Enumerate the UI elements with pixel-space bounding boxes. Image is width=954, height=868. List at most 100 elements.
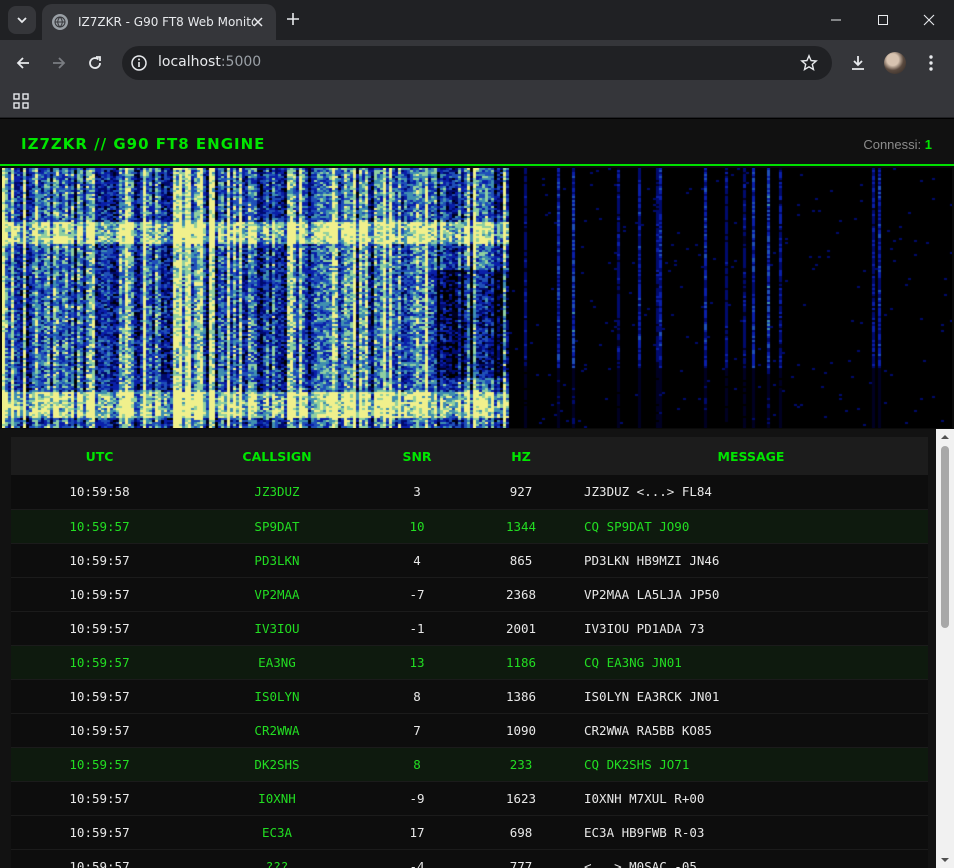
cell-message: <...> M0SAC -05 [584, 858, 697, 868]
cell-callsign: SP9DAT [254, 518, 300, 534]
close-tab-icon[interactable] [250, 14, 266, 30]
scroll-thumb[interactable] [941, 446, 949, 628]
download-icon [852, 56, 864, 70]
cell-utc: 10:59:58 [69, 484, 130, 500]
cell-snr: 4 [413, 552, 421, 568]
cell-snr: -1 [409, 620, 425, 636]
cell-utc: 10:59:57 [69, 620, 130, 636]
address-bar[interactable]: localhost:5000 [122, 46, 832, 80]
cell-utc: 10:59:57 [69, 722, 130, 738]
maximize-button[interactable] [860, 0, 906, 40]
cell-message: I0XNH M7XUL R+00 [584, 790, 705, 806]
page-content: IZ7ZKR // G90 FT8 ENGINE Connessi: 1 UTC… [0, 119, 954, 868]
cell-hz: 1186 [505, 654, 537, 670]
cell-hz: 1090 [505, 722, 537, 738]
browser-menu-button[interactable] [919, 51, 943, 75]
decodes-table: UTC CALLSIGN SNR HZ MESSAGE 10:59:58 JZ3D… [11, 437, 928, 868]
tab-search-button[interactable] [8, 6, 36, 34]
cell-snr: 7 [413, 722, 421, 738]
table-header-row: UTC CALLSIGN SNR HZ MESSAGE [11, 437, 928, 475]
cell-message: EC3A HB9FWB R-03 [584, 824, 705, 840]
cell-utc: 10:59:57 [69, 790, 130, 806]
column-header-utc: UTC [85, 448, 114, 464]
cell-snr: -9 [409, 790, 425, 806]
table-row: 10:59:57 IV3IOU -1 2001 IV3IOU PD1ADA 73 [11, 611, 928, 645]
download-button[interactable] [846, 51, 870, 75]
tab-title: IZ7ZKR - G90 FT8 Web Monitor [78, 15, 254, 29]
cell-utc: 10:59:57 [69, 518, 130, 534]
cell-callsign: PD3LKN [254, 552, 300, 568]
column-header-message: MESSAGE [717, 448, 785, 464]
table-scrollbar[interactable] [936, 429, 954, 868]
scroll-down-icon[interactable] [940, 855, 950, 865]
cell-utc: 10:59:57 [69, 654, 130, 670]
cell-snr: 10 [409, 518, 425, 534]
table-row: 10:59:58 JZ3DUZ 3 927 JZ3DUZ <...> FL84 [11, 475, 928, 509]
new-tab-button[interactable] [282, 8, 304, 30]
cell-utc: 10:59:57 [69, 756, 130, 772]
cell-message: CQ DK2SHS JO71 [584, 756, 690, 772]
cell-snr: -7 [409, 586, 425, 602]
table-row: 10:59:57 EA3NG 13 1186 CQ EA3NG JN01 [11, 645, 928, 679]
app-title: IZ7ZKR // G90 FT8 ENGINE [21, 135, 266, 153]
cell-snr: 8 [413, 756, 421, 772]
profile-avatar[interactable] [884, 52, 906, 74]
cell-callsign: IV3IOU [254, 620, 300, 636]
more-vertical-icon [929, 55, 933, 71]
cell-utc: 10:59:57 [69, 552, 130, 568]
minimize-icon [831, 19, 841, 21]
cell-callsign: IS0LYN [254, 688, 300, 704]
table-row: 10:59:57 EC3A 17 698 EC3A HB9FWB R-03 [11, 815, 928, 849]
back-button[interactable] [9, 49, 37, 77]
connection-status: Connessi: 1 [863, 137, 932, 152]
table-row: 10:59:57 VP2MAA -7 2368 VP2MAA LA5LJA JP50 [11, 577, 928, 611]
cell-callsign: EA3NG [258, 654, 296, 670]
apps-grid-icon[interactable] [13, 93, 29, 109]
minimize-button[interactable] [813, 0, 859, 40]
cell-callsign: VP2MAA [254, 586, 300, 602]
table-row: 10:59:57??? -4 777 <...> M0SAC -05 [11, 849, 928, 868]
cell-utc: 10:59:57 [69, 688, 130, 704]
cell-hz: 1344 [505, 518, 537, 534]
browser-titlebar: IZ7ZKR - G90 FT8 Web Monitor [0, 0, 954, 40]
cell-snr: 8 [413, 688, 421, 704]
cell-message: CQ SP9DAT JO90 [584, 518, 690, 534]
globe-icon [52, 14, 68, 30]
cell-callsign: DK2SHS [254, 756, 300, 772]
cell-message: VP2MAA LA5LJA JP50 [584, 586, 720, 602]
info-icon[interactable] [130, 54, 148, 72]
table-row: 10:59:57 IS0LYN 8 1386 IS0LYN EA3RCK JN01 [11, 679, 928, 713]
url-text[interactable]: localhost:5000 [158, 54, 261, 70]
connected-count: 1 [924, 137, 932, 152]
browser-tab[interactable]: IZ7ZKR - G90 FT8 Web Monitor [42, 4, 276, 40]
column-header-snr: SNR [402, 448, 432, 464]
scroll-up-icon[interactable] [940, 432, 950, 442]
waterfall-spectrogram [2, 168, 952, 428]
cell-snr: -4 [409, 858, 425, 868]
table-row: 10:59:57 I0XNH -9 1623 I0XNH M7XUL R+00 [11, 781, 928, 815]
cell-callsign: I0XNH [258, 790, 296, 806]
forward-button[interactable] [45, 49, 73, 77]
cell-hz: 1386 [505, 688, 537, 704]
connected-label: Connessi: [863, 137, 922, 152]
cell-message: JZ3DUZ <...> FL84 [584, 484, 712, 500]
cell-hz: 927 [509, 484, 533, 500]
cell-utc: 10:59:57 [69, 824, 130, 840]
decodes-table-container[interactable]: UTC CALLSIGN SNR HZ MESSAGE 10:59:58 JZ3D… [0, 429, 936, 868]
browser-toolbar: localhost:5000 [0, 40, 954, 86]
star-icon[interactable] [800, 54, 818, 72]
reload-icon [89, 56, 101, 69]
bookmarks-bar [0, 86, 954, 118]
app-header: IZ7ZKR // G90 FT8 ENGINE Connessi: 1 [0, 119, 954, 166]
cell-hz: 777 [509, 858, 533, 868]
arrow-right-icon [53, 57, 66, 69]
url-host: localhost [158, 54, 221, 70]
table-row: 10:59:57 PD3LKN 4 865 PD3LKN HB9MZI JN46 [11, 543, 928, 577]
close-window-button[interactable] [906, 0, 952, 40]
reload-button[interactable] [81, 49, 109, 77]
cell-callsign: JZ3DUZ [254, 484, 300, 500]
cell-message: PD3LKN HB9MZI JN46 [584, 552, 720, 568]
cell-snr: 3 [413, 484, 421, 500]
plus-icon [287, 13, 299, 25]
chevron-down-icon [17, 17, 27, 24]
